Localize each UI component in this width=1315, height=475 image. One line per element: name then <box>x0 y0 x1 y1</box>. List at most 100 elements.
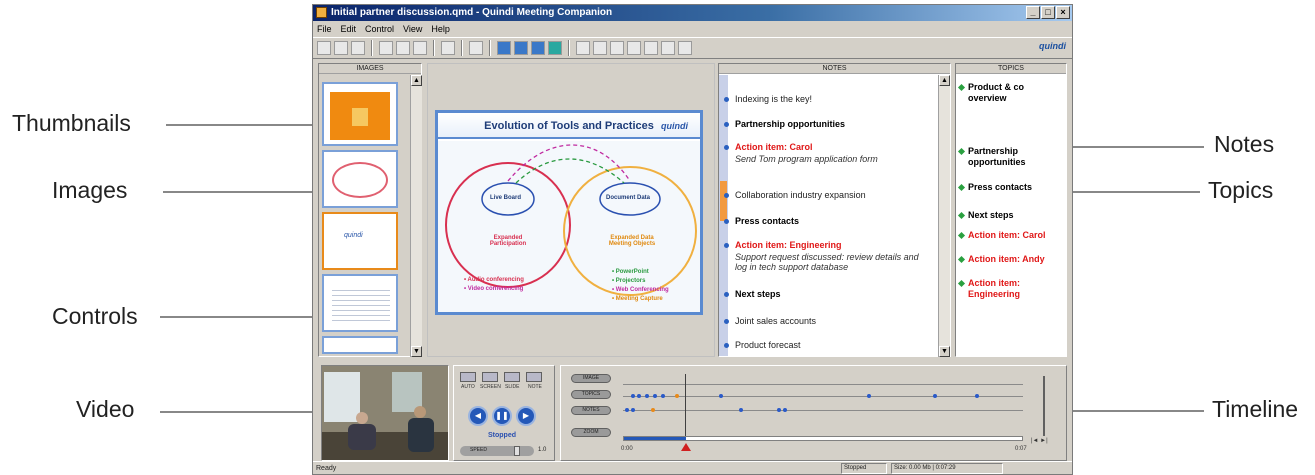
scroll-down-arrow[interactable]: ▼ <box>939 346 950 357</box>
eraser-icon[interactable] <box>610 41 624 55</box>
timeline-zoom-bar[interactable] <box>1043 376 1045 436</box>
timeline-marker[interactable] <box>651 408 655 412</box>
scroll-up-arrow[interactable]: ▲ <box>939 75 950 86</box>
screen-mode-button[interactable] <box>482 372 498 382</box>
note-bullet <box>724 193 729 198</box>
timeline-marker[interactable] <box>661 394 665 398</box>
align-icon[interactable] <box>644 41 658 55</box>
timeline-marker[interactable] <box>675 394 679 398</box>
color-icon[interactable] <box>627 41 641 55</box>
timeline-notes-button[interactable]: NOTES <box>571 406 611 415</box>
menu-edit[interactable]: Edit <box>341 22 357 36</box>
timeline-progress[interactable] <box>623 436 1023 441</box>
note-text: Partnership opportunities <box>735 119 846 129</box>
close-button[interactable]: × <box>1056 6 1070 19</box>
help-icon[interactable] <box>469 41 483 55</box>
slide-mode-button[interactable] <box>504 372 520 382</box>
note-text: Press contacts <box>735 216 800 226</box>
paste-icon[interactable] <box>413 41 427 55</box>
timeline-marker[interactable] <box>867 394 871 398</box>
scroll-up-arrow[interactable]: ▲ <box>411 75 422 86</box>
pause-button[interactable]: ❚❚ <box>492 406 512 426</box>
timeline-marker[interactable] <box>625 408 629 412</box>
timeline-marker[interactable] <box>631 394 635 398</box>
controls-panel: AUTO SCREEN SLIDE NOTE ◀ ❚❚ ▶ Stopped SP… <box>453 365 555 461</box>
timeline-marker[interactable] <box>933 394 937 398</box>
note-text: Action item: Engineering <box>735 240 842 250</box>
slide-right-bullet-4: • Meeting Capture <box>612 296 663 302</box>
stop-icon[interactable] <box>576 41 590 55</box>
print-icon[interactable] <box>441 41 455 55</box>
pen-icon[interactable] <box>593 41 607 55</box>
list-icon[interactable] <box>661 41 675 55</box>
menu-view[interactable]: View <box>403 22 422 36</box>
timeline-marker[interactable] <box>719 394 723 398</box>
callout-topics: Topics <box>1208 177 1274 203</box>
topic-marker <box>957 211 966 220</box>
timeline-marker[interactable] <box>777 408 781 412</box>
scroll-down-arrow[interactable]: ▼ <box>411 346 422 357</box>
thumbnail-3[interactable]: quindi <box>322 212 398 270</box>
thumbnail-5[interactable] <box>322 336 398 354</box>
menu-control[interactable]: Control <box>365 22 394 36</box>
playback-status: Stopped <box>488 432 516 439</box>
cut-icon[interactable] <box>379 41 393 55</box>
note-mode-button[interactable] <box>526 372 542 382</box>
current-slide-image[interactable]: Evolution of Tools and Practices quindi … <box>435 110 703 315</box>
timeline-marker[interactable] <box>783 408 787 412</box>
thumbnail-1[interactable] <box>322 82 398 146</box>
minimize-button[interactable]: _ <box>1026 6 1040 19</box>
layout-2-icon[interactable] <box>514 41 528 55</box>
layout-4-icon[interactable] <box>548 41 562 55</box>
play-button[interactable]: ▶ <box>516 406 536 426</box>
layout-3-icon[interactable] <box>531 41 545 55</box>
timeline-marker[interactable] <box>739 408 743 412</box>
thumbnail-2[interactable] <box>322 150 398 208</box>
maximize-button[interactable]: □ <box>1041 6 1055 19</box>
timeline-marker[interactable] <box>631 408 635 412</box>
thumbnail-2-image <box>332 162 388 198</box>
timeline-cursor-line <box>685 374 686 436</box>
copy-icon[interactable] <box>396 41 410 55</box>
menu-file[interactable]: File <box>317 22 332 36</box>
auto-mode-button[interactable] <box>460 372 476 382</box>
thumbnail-1-image <box>330 92 390 140</box>
slide-left-bullet-1: • Audio conferencing <box>464 277 524 283</box>
menu-help[interactable]: Help <box>431 22 450 36</box>
timeline-nav[interactable]: |◄ ►| <box>1031 438 1048 444</box>
status-state: Stopped <box>841 463 887 474</box>
topics-header: TOPICS <box>956 64 1066 74</box>
speed-thumb[interactable] <box>514 446 520 456</box>
callout-notes: Notes <box>1214 131 1275 157</box>
timeline-panel: IMAGE TOPICS NOTES ZOOM 0:00 0:07 |◄ ►| <box>560 365 1067 461</box>
save-icon[interactable] <box>351 41 365 55</box>
timeline-marker[interactable] <box>637 394 641 398</box>
auto-label: AUTO <box>461 384 475 390</box>
thumbnail-4-text <box>332 286 390 324</box>
thumbnails-panel: IMAGES quindi ▲ ▼ <box>318 63 422 357</box>
topic-text: Action item: Andy <box>968 254 1045 264</box>
timeline-marker[interactable] <box>653 394 657 398</box>
timeline-image-button[interactable]: IMAGE <box>571 374 611 383</box>
layout-1-icon[interactable] <box>497 41 511 55</box>
toolbar-separator <box>461 40 463 56</box>
outline-icon[interactable] <box>678 41 692 55</box>
timeline-topics-button[interactable]: TOPICS <box>571 390 611 399</box>
timeline-marker[interactable] <box>645 394 649 398</box>
timeline-zoom-button[interactable]: ZOOM <box>571 428 611 437</box>
open-folder-icon[interactable] <box>334 41 348 55</box>
new-file-icon[interactable] <box>317 41 331 55</box>
slide-body: Live Board Document Data Expanded Partic… <box>438 141 700 312</box>
toolbar-separator <box>568 40 570 56</box>
note-text: Support request discussed: review detail… <box>735 252 919 272</box>
notes-scrollbar[interactable]: ▲ ▼ <box>938 75 950 357</box>
timeline-playhead[interactable] <box>681 443 691 451</box>
timeline-track-images <box>623 384 1023 385</box>
thumbnails-scrollbar[interactable]: ▲ ▼ <box>410 75 422 357</box>
previous-button[interactable]: ◀ <box>468 406 488 426</box>
thumbnail-4[interactable] <box>322 274 398 332</box>
note-bullet <box>724 292 729 297</box>
timeline-marker[interactable] <box>975 394 979 398</box>
speed-slider[interactable]: SPEED <box>460 446 534 456</box>
slide-expanded-participation: Expanded Participation <box>489 235 527 247</box>
